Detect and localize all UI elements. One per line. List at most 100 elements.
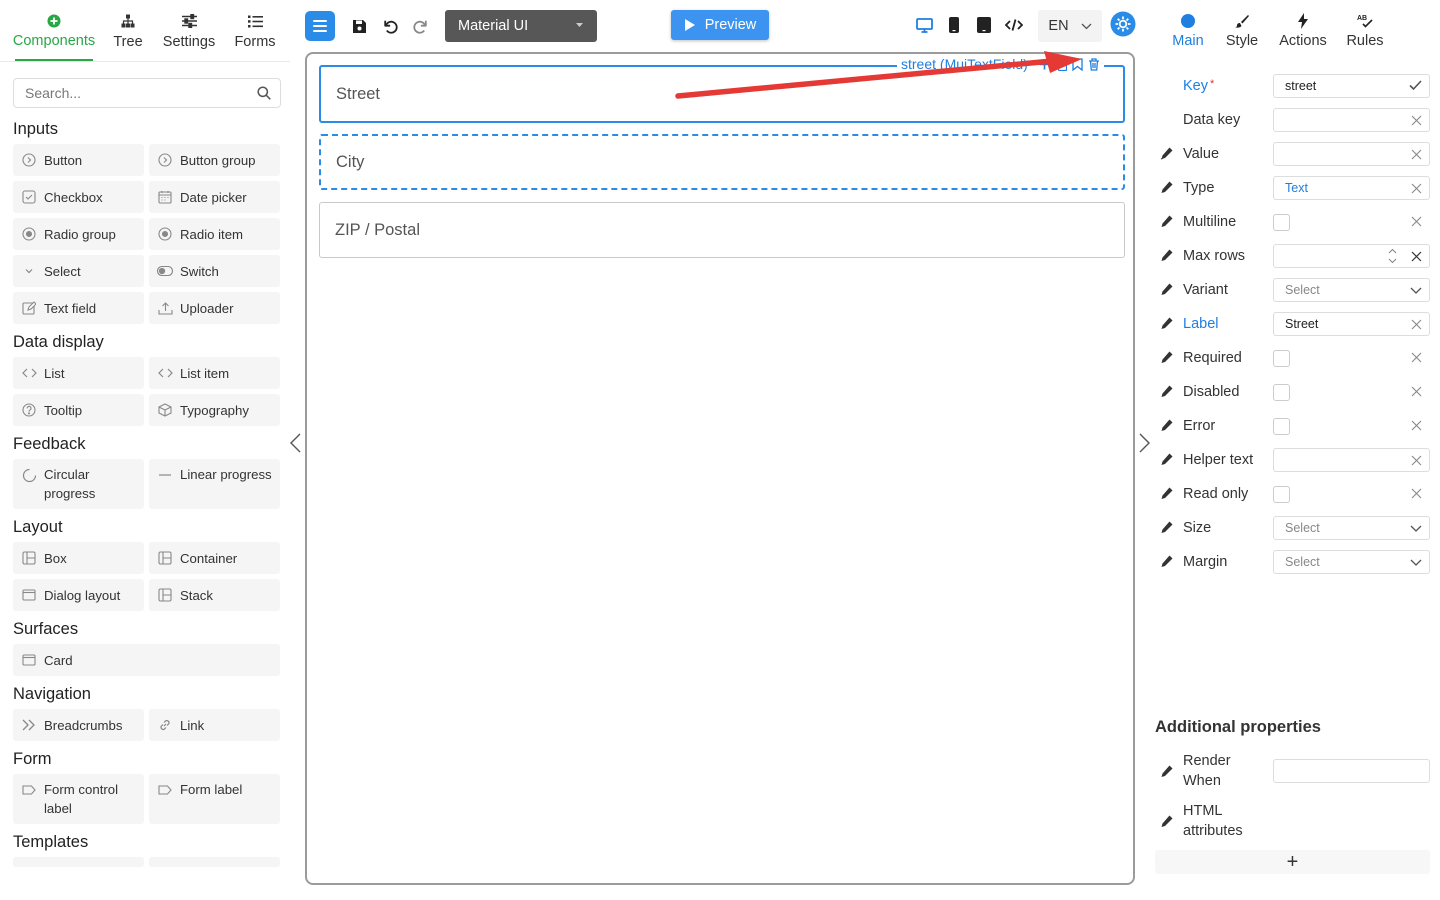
component-button-group[interactable]: Button group (149, 144, 280, 176)
multiline-checkbox[interactable] (1273, 213, 1290, 231)
pencil-icon[interactable] (1160, 765, 1173, 778)
component-template-partial[interactable] (13, 857, 144, 867)
clear-icon[interactable] (1411, 149, 1422, 160)
pencil-icon[interactable] (1160, 487, 1173, 500)
component-radio-group[interactable]: Radio group (13, 218, 144, 250)
component-box[interactable]: Box (13, 542, 144, 574)
clear-icon[interactable] (1411, 420, 1422, 431)
tab-tree[interactable]: Tree (108, 0, 148, 61)
clear-icon[interactable] (1411, 488, 1422, 499)
component-date-picker[interactable]: Date picker (149, 181, 280, 213)
mobile-view-button[interactable] (945, 15, 963, 35)
tab-settings[interactable]: Settings (148, 0, 230, 61)
component-linear-progress[interactable]: Linear progress (149, 459, 280, 509)
clear-icon[interactable] (1411, 115, 1422, 126)
clear-icon[interactable] (1411, 455, 1422, 466)
search-icon[interactable] (257, 86, 271, 100)
tab-rules[interactable]: AB Rules (1346, 0, 1384, 62)
app-settings-button[interactable] (1110, 11, 1136, 37)
component-stack[interactable]: Stack (149, 579, 280, 611)
component-list-item[interactable]: List item (149, 357, 280, 389)
desktop-view-button[interactable] (913, 15, 935, 35)
copy-icon[interactable] (1055, 57, 1067, 71)
tab-actions[interactable]: Actions (1278, 0, 1328, 62)
component-circular-progress[interactable]: Circular progress (13, 459, 144, 509)
type-input[interactable]: Text (1273, 176, 1430, 200)
key-input[interactable]: street (1273, 74, 1430, 98)
read-only-checkbox[interactable] (1273, 485, 1290, 503)
zip-postal-field[interactable]: ZIP / Postal (319, 202, 1125, 258)
component-button[interactable]: Button (13, 144, 144, 176)
pencil-icon[interactable] (1160, 385, 1173, 398)
language-select[interactable]: EN (1038, 10, 1102, 42)
data-key-input[interactable] (1273, 108, 1430, 132)
trash-icon[interactable] (1088, 57, 1100, 71)
search-input[interactable] (14, 79, 234, 107)
tablet-view-button[interactable] (974, 15, 994, 35)
max-rows-input[interactable] (1273, 244, 1430, 268)
pencil-icon[interactable] (1160, 181, 1173, 194)
helper-text-input[interactable] (1273, 448, 1430, 472)
tab-forms[interactable]: Forms (230, 0, 280, 61)
value-input[interactable] (1273, 142, 1430, 166)
pencil-icon[interactable] (1160, 419, 1173, 432)
collapse-right-button[interactable] (1138, 432, 1152, 454)
undo-button[interactable] (379, 16, 401, 36)
component-container[interactable]: Container (149, 542, 280, 574)
pencil-icon[interactable] (1160, 555, 1173, 568)
street-field[interactable]: Street (319, 65, 1125, 123)
render-when-input[interactable] (1273, 759, 1430, 783)
clear-icon[interactable] (1411, 183, 1422, 194)
redo-button[interactable] (409, 16, 431, 36)
component-form-label[interactable]: Form label (149, 774, 280, 824)
clear-icon[interactable] (1411, 216, 1422, 227)
component-template-partial[interactable] (149, 857, 280, 867)
tab-components[interactable]: Components (0, 0, 108, 61)
clear-icon[interactable] (1411, 251, 1422, 262)
pencil-icon[interactable] (1160, 147, 1173, 160)
menu-button[interactable] (305, 11, 335, 41)
component-checkbox[interactable]: Checkbox (13, 181, 144, 213)
clear-icon[interactable] (1411, 352, 1422, 363)
pencil-icon[interactable] (1160, 249, 1173, 262)
preview-button[interactable]: Preview (671, 10, 769, 40)
pencil-icon[interactable] (1160, 815, 1173, 828)
add-icon[interactable] (1039, 59, 1050, 70)
margin-select[interactable]: Select (1273, 550, 1430, 574)
clear-icon[interactable] (1411, 319, 1422, 330)
component-uploader[interactable]: Uploader (149, 292, 280, 324)
label-input[interactable]: Street (1273, 312, 1430, 336)
component-dialog-layout[interactable]: Dialog layout (13, 579, 144, 611)
pencil-icon[interactable] (1160, 453, 1173, 466)
component-form-control-label[interactable]: Form control label (13, 774, 144, 824)
pencil-icon[interactable] (1160, 351, 1173, 364)
component-link[interactable]: Link (149, 709, 280, 741)
component-card[interactable]: Card (13, 644, 280, 676)
component-list[interactable]: List (13, 357, 144, 389)
pencil-icon[interactable] (1160, 283, 1173, 296)
disabled-checkbox[interactable] (1273, 383, 1290, 401)
size-select[interactable]: Select (1273, 516, 1430, 540)
component-typography[interactable]: Typography (149, 394, 280, 426)
bookmark-icon[interactable] (1072, 57, 1083, 71)
clear-icon[interactable] (1411, 386, 1422, 397)
error-checkbox[interactable] (1273, 417, 1290, 435)
required-checkbox[interactable] (1273, 349, 1290, 367)
code-view-button[interactable] (1003, 15, 1025, 35)
component-radio-item[interactable]: Radio item (149, 218, 280, 250)
save-button[interactable] (349, 17, 369, 35)
component-select[interactable]: Select (13, 255, 144, 287)
check-icon[interactable] (1409, 80, 1422, 91)
variant-select[interactable]: Select (1273, 278, 1430, 302)
tab-main[interactable]: Main (1170, 0, 1206, 62)
component-text-field[interactable]: Text field (13, 292, 144, 324)
component-switch[interactable]: Switch (149, 255, 280, 287)
component-tooltip[interactable]: Tooltip (13, 394, 144, 426)
tab-style[interactable]: Style (1224, 0, 1260, 62)
spinner-arrows-icon[interactable] (1388, 248, 1397, 264)
add-property-button[interactable]: + (1155, 850, 1430, 874)
pencil-icon[interactable] (1160, 215, 1173, 228)
pencil-icon[interactable] (1160, 521, 1173, 534)
collapse-left-button[interactable] (288, 432, 302, 454)
component-breadcrumbs[interactable]: Breadcrumbs (13, 709, 144, 741)
